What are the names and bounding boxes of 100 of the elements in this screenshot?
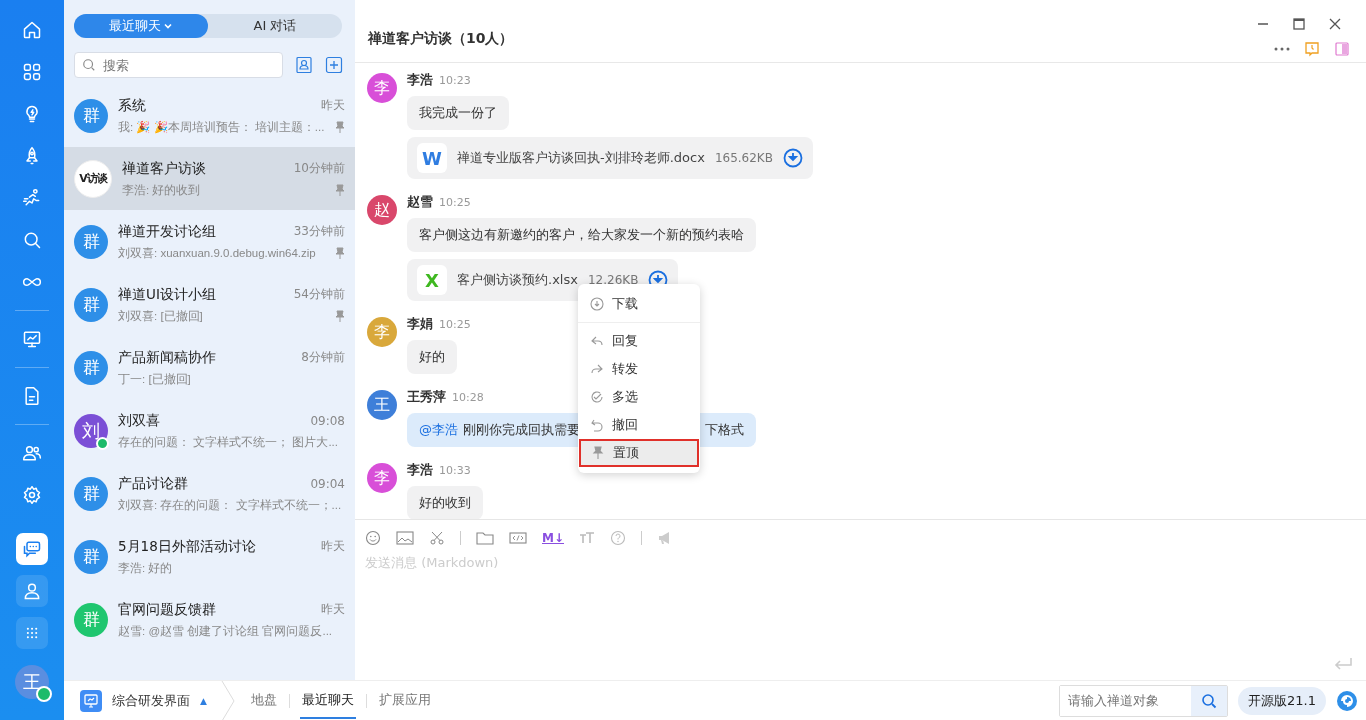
message-preview: 李浩: 好的收到 — [122, 182, 201, 198]
menu-item[interactable]: 置顶 — [579, 439, 699, 467]
sender-name: 李浩 — [407, 461, 433, 479]
message-time: 10:25 — [439, 318, 471, 331]
md-format-button[interactable]: M↓ — [542, 531, 564, 545]
nav-tab[interactable]: 最近聊天 — [299, 682, 356, 719]
sender-name: 赵雪 — [407, 193, 433, 211]
file-name: 客户侧访谈预约.xlsx — [457, 271, 578, 289]
breadcrumb-chevron-icon — [220, 680, 235, 720]
conversation-title: 刘双喜 — [118, 411, 160, 430]
menu-item[interactable]: 转发 — [578, 355, 700, 383]
conversation-item[interactable]: 群 产品新闻稿协作 8分钟前 丁一: [已撤回] — [64, 336, 355, 399]
message-bubble: 好的 — [407, 340, 457, 374]
avatar: 王 — [367, 390, 397, 420]
conversation-item[interactable]: 群 5月18日外部活动讨论 昨天 李浩: 好的 — [64, 525, 355, 588]
image-icon[interactable] — [396, 530, 414, 546]
message-preview: 赵雪: @赵雪 创建了讨论组 官网问题反... — [118, 623, 333, 639]
mention-link[interactable]: @李浩 — [419, 421, 458, 439]
conversation-title: 产品讨论群 — [118, 474, 188, 493]
conversation-time: 09:08 — [310, 413, 345, 428]
file-size: 165.62KB — [714, 151, 773, 165]
workspace-name[interactable]: 综合研发界面 — [112, 691, 190, 710]
conversation-title: 禅道开发讨论组 — [118, 222, 216, 241]
avatar: 群 — [74, 224, 108, 259]
conversation-time: 09:04 — [310, 476, 345, 491]
undo-icon — [590, 418, 604, 432]
pin-icon — [591, 446, 605, 460]
conversation-title: 系统 — [118, 96, 146, 115]
message-time: 10:25 — [439, 196, 471, 209]
forward-icon — [590, 362, 604, 376]
more-icon[interactable] — [1274, 46, 1290, 52]
side-panel-icon[interactable] — [1334, 41, 1350, 57]
avatar: 群 — [74, 476, 108, 511]
conversation-tab[interactable]: AI 对话 — [208, 14, 342, 38]
message-preview: 刘双喜: xuanxuan.9.0.debug.win64.zip — [118, 245, 316, 261]
folder-icon[interactable] — [476, 530, 494, 546]
file-size: 12.26KB — [587, 273, 639, 287]
message-text: 下格式 — [705, 421, 744, 439]
conversation-item[interactable]: 群 禅道开发讨论组 33分钟前 刘双喜: xuanxuan.9.0.debug.win64.zip — [64, 210, 355, 273]
message-preview: 我: 🎉 🎉本周培训预告： 培训主题：... — [118, 119, 325, 135]
conversation-title: 5月18日外部活动讨论 — [118, 537, 256, 556]
scissors-icon[interactable] — [429, 530, 445, 546]
conversation-item[interactable]: 群 系统 昨天 我: 🎉 🎉本周培训预告： 培训主题：... — [64, 84, 355, 147]
contacts-icon[interactable] — [295, 56, 313, 74]
conversation-item[interactable]: 群 禅道UI设计小组 54分钟前 刘双喜: [已撤回] — [64, 273, 355, 336]
add-icon[interactable] — [325, 56, 343, 74]
apps-icon[interactable] — [16, 617, 48, 649]
user-icon[interactable] — [16, 575, 48, 607]
caret-icon[interactable]: ▲ — [200, 695, 207, 706]
message-text: 刚刚你完成回执需要 — [463, 421, 580, 439]
conversation-item[interactable]: 刘 刘双喜 09:08 存在的问题： 文字样式不统一； 图片大... — [64, 399, 355, 462]
nav-tab[interactable]: 地盘 — [248, 682, 279, 719]
message-preview: 存在的问题： 文字样式不统一； 图片大... — [118, 434, 338, 450]
chat-clock-icon[interactable] — [1304, 41, 1320, 57]
avatar: 李 — [367, 317, 397, 347]
conversation-tab[interactable]: 最近聊天 — [74, 14, 208, 38]
logo-avatar: V访谈 — [74, 159, 112, 198]
sender-name: 李娟 — [407, 315, 433, 333]
maximize-icon[interactable] — [1292, 17, 1306, 31]
avatar: 群 — [74, 350, 108, 385]
menu-item[interactable]: 回复 — [578, 327, 700, 355]
chat-icon[interactable] — [16, 533, 48, 565]
code-icon[interactable] — [509, 530, 527, 546]
conversation-title: 禅道客户访谈 — [122, 159, 206, 178]
emoji-icon[interactable] — [365, 530, 381, 546]
workspace-icon[interactable] — [80, 689, 102, 712]
message-bubble: 好的收到 — [407, 486, 483, 520]
conversation-time: 54分钟前 — [293, 286, 345, 303]
file-type-icon: W — [417, 143, 447, 173]
avatar: 群 — [74, 602, 108, 637]
message-bubble: 客户侧这边有新邀约的客户，给大家发一个新的预约表哈 — [407, 218, 756, 252]
file-name: 禅道专业版客户访谈回执-刘排玲老师.docx — [457, 149, 705, 167]
conversation-item[interactable]: 群 官网问题反馈群 昨天 赵雪: @赵雪 创建了讨论组 官网问题反... — [64, 588, 355, 651]
conversation-title: 禅道UI设计小组 — [118, 285, 216, 304]
nav-tab[interactable]: 扩展应用 — [376, 682, 433, 719]
avatar: 群 — [74, 98, 108, 133]
file-card[interactable]: W 禅道专业版客户访谈回执-刘排玲老师.docx 165.62KB — [407, 137, 813, 179]
message-time: 10:28 — [452, 391, 484, 404]
conversation-item[interactable]: V访谈 禅道客户访谈 10分钟前 李浩: 好的收到 — [64, 147, 355, 210]
app-logo-icon[interactable] — [1336, 689, 1358, 712]
download-icon[interactable] — [782, 148, 803, 168]
message-time: 10:23 — [439, 74, 471, 87]
edition-badge: 开源版21.1 — [1238, 686, 1326, 715]
avatar: 李 — [367, 463, 397, 493]
avatar: 赵 — [367, 195, 397, 225]
search-icon[interactable] — [1201, 692, 1218, 709]
message-preview: 李浩: 好的 — [118, 560, 173, 576]
conversation-time: 8分钟前 — [301, 349, 345, 366]
search-field[interactable]: 搜索 — [74, 52, 283, 78]
reply-icon — [590, 334, 604, 348]
menu-item[interactable]: 多选 — [578, 383, 700, 411]
object-search-field[interactable]: 请输入禅道对象 — [1059, 684, 1229, 717]
conversation-title: 官网问题反馈群 — [118, 600, 216, 619]
menu-item[interactable]: 撤回 — [578, 411, 700, 439]
avatar: 刘 — [74, 413, 108, 448]
help-icon[interactable] — [610, 530, 626, 546]
message-preview: 刘双喜: 存在的问题： 文字样式不统一；... — [118, 497, 342, 513]
conversation-time: 昨天 — [321, 97, 345, 114]
close-icon[interactable] — [1328, 17, 1342, 31]
conversation-item[interactable]: 群 产品讨论群 09:04 刘双喜: 存在的问题： 文字样式不统一；... — [64, 462, 355, 525]
